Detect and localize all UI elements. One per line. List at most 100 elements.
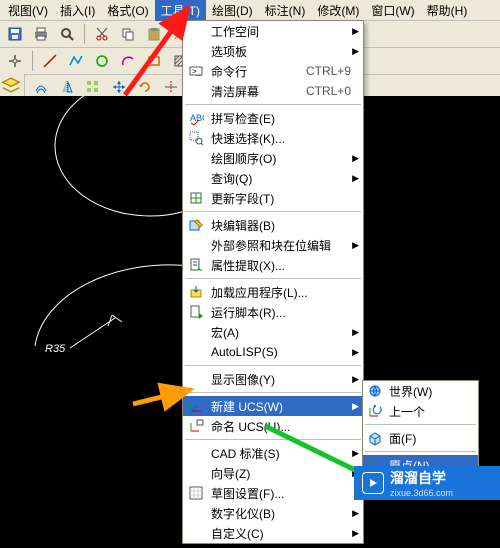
menu-item[interactable]: 快速选择(K)...	[183, 128, 363, 148]
menu-item[interactable]: 数字化仪(B) ▶	[183, 503, 363, 523]
paste-icon[interactable]	[143, 23, 165, 45]
menu-item-label: 绘图顺序(O)	[211, 150, 276, 167]
menu-item[interactable]: 外部参照和块在位编辑 ▶	[183, 235, 363, 255]
menu-item-label: 新建 UCS(W)	[211, 398, 283, 415]
menu-item-label: 加载应用程序(L)...	[211, 284, 308, 301]
preview-icon[interactable]	[56, 23, 78, 45]
watermark-url: zixue.3d66.com	[390, 488, 453, 498]
menu-item[interactable]: 草图设置(F)...	[183, 483, 363, 503]
face-icon	[366, 429, 384, 447]
menu-insert[interactable]: 插入(I)	[54, 0, 101, 21]
copy-icon[interactable]	[117, 23, 139, 45]
menu-item[interactable]: 新建 UCS(W)▶	[183, 396, 363, 416]
menu-tools[interactable]: 工具(T)	[155, 0, 206, 21]
menu-help[interactable]: 帮助(H)	[421, 0, 474, 21]
menu-shortcut: CTRL+9	[306, 64, 351, 78]
spell-icon: ABC	[187, 109, 205, 127]
menu-item[interactable]: 向导(Z)▶	[183, 463, 363, 483]
prev-icon	[366, 402, 384, 420]
menu-item[interactable]: ABC拼写检查(E)	[183, 108, 363, 128]
menu-item[interactable]: 属性提取(X)...	[183, 255, 363, 275]
bedit-icon	[187, 216, 205, 234]
ucs-submenu: 世界(W)上一个面(F)原点(N)	[362, 380, 479, 476]
menu-item-label: 快速选择(K)...	[211, 130, 285, 147]
pan-icon[interactable]	[4, 50, 26, 72]
menu-draw[interactable]: 绘图(D)	[206, 0, 259, 21]
menu-item[interactable]: 更新字段(T)	[183, 188, 363, 208]
menu-item[interactable]: 选项板▶	[183, 41, 363, 61]
app-window: { "menubar": { "items": ["视图(V)","插入(I)"…	[0, 0, 500, 548]
nucs-icon	[187, 417, 205, 435]
submenu-arrow-icon: ▶	[352, 46, 359, 57]
rotate-icon[interactable]	[134, 76, 156, 98]
menu-item[interactable]: 命名 UCS(U)...	[183, 416, 363, 436]
qsel-icon	[187, 129, 205, 147]
layer-icon[interactable]	[0, 74, 22, 96]
submenu-item[interactable]: 上一个	[363, 401, 478, 421]
menu-item-label: 查询(Q)	[211, 170, 252, 187]
menu-item[interactable]: 工作空间▶	[183, 21, 363, 41]
menu-item-label: 清洁屏幕	[211, 83, 259, 100]
trim-icon[interactable]	[160, 76, 182, 98]
menu-item[interactable]: AutoLISP(S) ▶	[183, 342, 363, 362]
menu-dim[interactable]: 标注(N)	[259, 0, 312, 21]
circle-icon[interactable]	[91, 50, 113, 72]
menu-item[interactable]: 查询(Q) ▶	[183, 168, 363, 188]
menu-item[interactable]: 加载应用程序(L)...	[183, 282, 363, 302]
menu-item-label: 数字化仪(B)	[211, 505, 275, 522]
menu-item[interactable]: 块编辑器(B)	[183, 215, 363, 235]
field-icon	[187, 189, 205, 207]
menu-item[interactable]: >_命令行CTRL+9	[183, 61, 363, 81]
menu-item-label: 命名 UCS(U)...	[211, 418, 290, 435]
submenu-arrow-icon: ▶	[352, 528, 359, 539]
submenu-arrow-icon: ▶	[352, 327, 359, 338]
menu-item-label: 更新字段(T)	[211, 190, 274, 207]
menu-format[interactable]: 格式(O)	[101, 0, 154, 21]
polyline-icon[interactable]	[65, 50, 87, 72]
save-icon[interactable]	[4, 23, 26, 45]
load-icon	[187, 283, 205, 301]
rect-icon[interactable]	[143, 50, 165, 72]
menu-item-label: 外部参照和块在位编辑	[211, 237, 331, 254]
menu-modify[interactable]: 修改(M)	[311, 0, 365, 21]
menu-item[interactable]: 自定义(C) ▶	[183, 523, 363, 543]
menu-item-label: 运行脚本(R)...	[211, 304, 286, 321]
print-icon[interactable]	[30, 23, 52, 45]
submenu-item-label: 上一个	[389, 403, 425, 420]
submenu-item[interactable]: 世界(W)	[363, 381, 478, 401]
menu-shortcut: CTRL+0	[306, 84, 351, 98]
run-icon	[187, 303, 205, 321]
array-icon[interactable]	[82, 76, 104, 98]
watermark-brand: 溜溜自学	[390, 468, 453, 488]
menu-item[interactable]: 显示图像(Y)▶	[183, 369, 363, 389]
submenu-item[interactable]: 面(F)	[363, 428, 478, 448]
menu-item-label: AutoLISP(S)	[211, 345, 278, 359]
arc-icon[interactable]	[117, 50, 139, 72]
menu-item[interactable]: 清洁屏幕 CTRL+0	[183, 81, 363, 101]
menu-item[interactable]: 运行脚本(R)...	[183, 302, 363, 322]
move-icon[interactable]	[108, 76, 130, 98]
menu-bar: 视图(V) 插入(I) 格式(O) 工具(T) 绘图(D) 标注(N) 修改(M…	[0, 0, 500, 21]
menu-item-label: 自定义(C)	[211, 525, 264, 542]
submenu-arrow-icon: ▶	[352, 347, 359, 358]
menu-view[interactable]: 视图(V)	[2, 0, 54, 21]
submenu-arrow-icon: ▶	[352, 448, 359, 459]
submenu-item-label: 面(F)	[389, 430, 416, 447]
watermark: 溜溜自学 zixue.3d66.com	[354, 466, 500, 500]
menu-window[interactable]: 窗口(W)	[365, 0, 420, 21]
submenu-arrow-icon: ▶	[352, 508, 359, 519]
offset-icon[interactable]	[30, 76, 52, 98]
menu-item-label: 工作空间	[211, 23, 259, 40]
menu-item-label: 宏(A)	[211, 324, 239, 341]
submenu-arrow-icon: ▶	[352, 240, 359, 251]
menu-item[interactable]: 绘图顺序(O)▶	[183, 148, 363, 168]
menu-item-label: CAD 标准(S)	[211, 445, 280, 462]
line-icon[interactable]	[39, 50, 61, 72]
submenu-arrow-icon: ▶	[352, 173, 359, 184]
cut-icon[interactable]	[91, 23, 113, 45]
menu-item[interactable]: 宏(A) ▶	[183, 322, 363, 342]
menu-item[interactable]: CAD 标准(S) ▶	[183, 443, 363, 463]
mirror-icon[interactable]	[56, 76, 78, 98]
svg-text:>_: >_	[192, 67, 202, 76]
menu-item-label: 块编辑器(B)	[211, 217, 275, 234]
